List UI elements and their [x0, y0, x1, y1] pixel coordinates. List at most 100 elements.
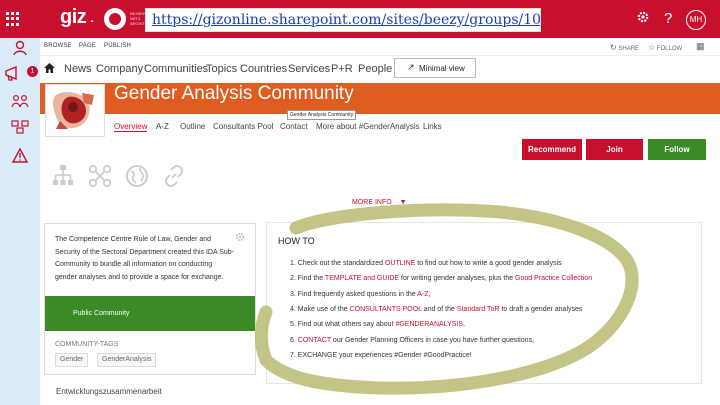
step-text: Make use of the [297, 306, 350, 313]
follow-button[interactable]: Follow [648, 139, 706, 160]
subnav-contact[interactable]: Contact [280, 122, 308, 131]
share-label: SHARE [618, 46, 640, 52]
public-community-banner: Public Community [45, 296, 255, 331]
more-info-toggle[interactable]: MORE INFO ▼ [352, 199, 407, 206]
network-icon[interactable] [88, 164, 112, 193]
consultants-pool-link[interactable]: CONSULTANTS POOL [350, 306, 422, 313]
step-text: , [428, 291, 431, 298]
standard-tor-link[interactable]: Standard ToR [457, 306, 500, 313]
ribbon-browse[interactable]: BROWSE [44, 43, 72, 49]
ribbon-page[interactable]: PAGE [79, 43, 96, 49]
how-to-step: 1. Check out the standardized OUTLINE to… [290, 260, 562, 267]
gear-icon[interactable] [636, 10, 650, 27]
caret-down-icon: ▼ [399, 199, 407, 206]
step-text: Find out what others say about [297, 321, 396, 328]
top-navigation: News Company Communities Topics Countrie… [40, 58, 720, 82]
minimal-view-button[interactable]: ↗ Minimal view [394, 58, 476, 78]
suite-bar: giz . BEZIEHUNGS NETZ ARCHITECTURE https… [0, 0, 720, 38]
subnav-consultants-pool[interactable]: Consultants Pool [213, 122, 273, 131]
step-text: EXCHANGE your experiences #Gender #GoodP… [297, 352, 472, 359]
subnav-overview[interactable]: Overview [114, 122, 148, 132]
settings-icon[interactable] [235, 232, 245, 245]
people-icon[interactable] [11, 94, 29, 112]
focus-mode-icon[interactable]: ▦ [696, 41, 705, 52]
url-overlay[interactable]: https://gizonline.sharepoint.com/sites/b… [145, 8, 541, 32]
how-to-step: 5. Find out what others say about #GENDE… [290, 321, 465, 328]
collapse-icon: ↗ [407, 62, 415, 72]
join-button[interactable]: Join [586, 139, 643, 160]
share-icon: ↻ [610, 43, 617, 52]
subnav-more-about[interactable]: More about #GenderAnalysis [316, 122, 420, 131]
minimal-view-label: Minimal view [419, 64, 465, 73]
nav-topics[interactable]: Topics [206, 63, 237, 75]
how-to-step: 4. Make use of the CONSULTANTS POOL and … [290, 306, 582, 313]
step-text: Find the [297, 275, 325, 282]
step-number: 3. [290, 291, 296, 298]
subnav-a-z[interactable]: A-Z [156, 122, 169, 131]
organization-icon[interactable] [11, 120, 29, 138]
help-icon[interactable]: ? [664, 10, 672, 27]
how-to-step: 2. Find the TEMPLATE and GUIDE for writi… [290, 275, 592, 282]
subnav-outline[interactable]: Outline [180, 122, 205, 131]
follow-ribbon-button[interactable]: ☆ FOLLOW [648, 43, 682, 52]
nav-countries[interactable]: Countries [240, 63, 287, 75]
left-rail: 1 [0, 38, 40, 405]
nav-news[interactable]: News [64, 63, 92, 75]
template-guide-link[interactable]: TEMPLATE and GUIDE [325, 275, 399, 282]
step-number: 5. [290, 321, 296, 328]
step-text: Check out the standardized [297, 260, 385, 267]
nav-pr[interactable]: P+R [331, 63, 353, 75]
nav-services[interactable]: Services [288, 63, 330, 75]
step-text: and of the [421, 306, 457, 313]
brand-dot: . [90, 9, 95, 26]
step-number: 6. [290, 337, 296, 344]
nav-people[interactable]: People [358, 63, 392, 75]
app-launcher-icon[interactable] [6, 12, 20, 26]
link-icon[interactable] [162, 164, 186, 193]
warning-icon[interactable] [11, 147, 29, 166]
avatar[interactable]: MH [686, 10, 706, 30]
globe-icon[interactable] [125, 164, 149, 193]
how-to-step: 3. Find frequently asked questions in th… [290, 291, 431, 298]
how-to-step: 7. EXCHANGE your experiences #Gender #Go… [290, 352, 472, 359]
hierarchy-icon[interactable] [52, 164, 74, 193]
ribbon-publish[interactable]: PUBLISH [104, 43, 131, 49]
genderanalysis-hashtag-link[interactable]: #GENDERANALYSIS [395, 321, 463, 328]
outline-link[interactable]: OUTLINE [385, 260, 415, 267]
step-text: our Gender Planning Officers in case you… [330, 337, 534, 344]
star-icon: ☆ [648, 43, 656, 52]
brand-logo-text[interactable]: giz [60, 6, 87, 29]
share-button[interactable]: ↻ SHARE [610, 43, 639, 52]
good-practice-link[interactable]: Good Practice Collection [515, 275, 592, 282]
step-number: 1. [290, 260, 296, 267]
community-title: Gender Analysis Community [114, 83, 354, 104]
community-tags-title: COMMUNITY-TAGS [55, 341, 119, 348]
profile-icon[interactable] [11, 40, 29, 58]
how-to-card [266, 222, 702, 384]
community-logo [45, 84, 105, 137]
how-to-step: 6. CONTACT our Gender Planning Officers … [290, 337, 534, 344]
community-info-card: The Competence Centre Rule of Law, Gende… [44, 223, 256, 375]
a-z-link[interactable]: A-Z [417, 291, 428, 298]
step-number: 4. [290, 306, 296, 313]
page: giz . BEZIEHUNGS NETZ ARCHITECTURE https… [0, 0, 720, 405]
tag-genderanalysis[interactable]: GenderAnalysis [97, 353, 157, 367]
megaphone-icon[interactable]: 1 [4, 64, 38, 82]
ida-logo-icon [104, 8, 126, 30]
subnav-links[interactable]: Links [423, 122, 442, 131]
community-description: The Competence Centre Rule of Law, Gende… [55, 236, 234, 281]
nav-company[interactable]: Company [96, 63, 143, 75]
recommend-button[interactable]: Recommend [522, 139, 582, 160]
footer-text: Entwicklungszusammenarbeit [56, 387, 162, 396]
nav-communities[interactable]: Communities [144, 63, 208, 75]
step-number: 2. [290, 275, 296, 282]
contact-link[interactable]: CONTACT [298, 337, 331, 344]
ribbon: BROWSE PAGE PUBLISH ↻ SHARE ☆ FOLLOW ▦ [40, 38, 720, 56]
notification-badge: 1 [27, 66, 38, 77]
step-number: 7. [290, 352, 296, 359]
step-text: to find out how to write a good gender a… [415, 260, 562, 267]
step-text: for writing gender analyses, plus the [399, 275, 516, 282]
tooltip: Gender Analysis Community [287, 110, 357, 120]
home-icon[interactable] [44, 62, 55, 76]
tag-gender[interactable]: Gender [55, 353, 89, 367]
